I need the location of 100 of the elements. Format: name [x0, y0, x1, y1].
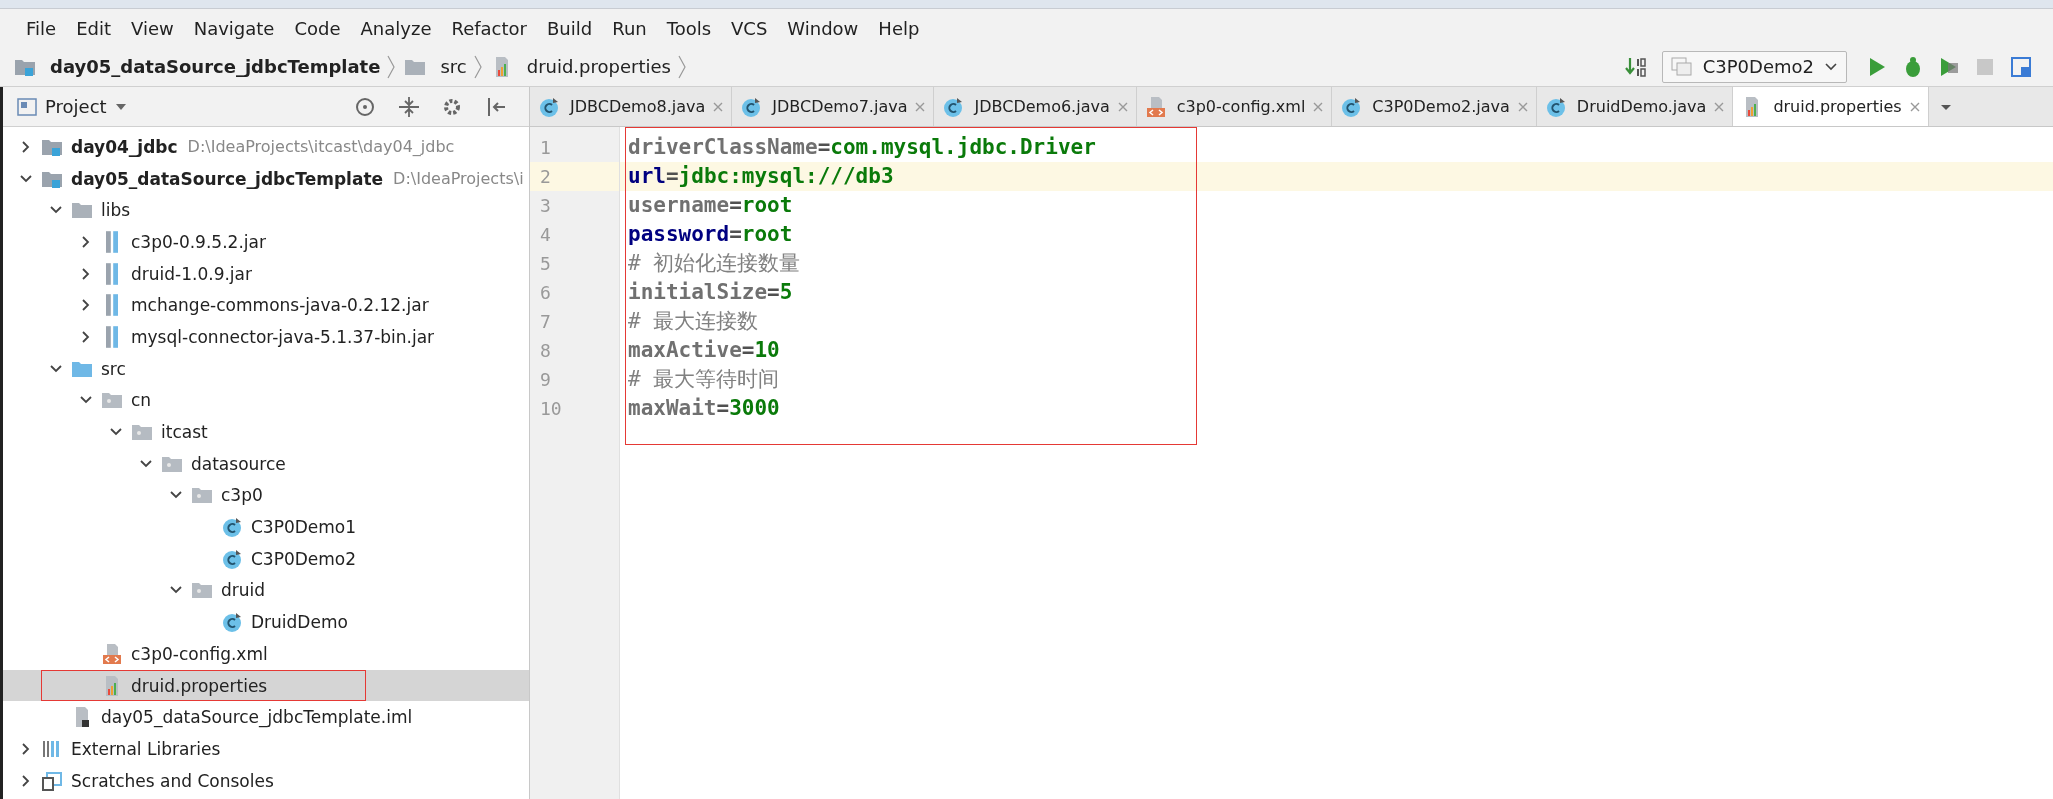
- close-icon[interactable]: [1909, 101, 1920, 112]
- menu-item[interactable]: View: [123, 13, 182, 43]
- menu-item[interactable]: Build: [539, 13, 601, 43]
- line-number: 5: [539, 252, 552, 276]
- tree-item[interactable]: druid: [3, 574, 529, 607]
- line-number: 3: [539, 194, 552, 218]
- tree-item-label: Scratches and Consoles: [71, 770, 274, 791]
- breadcrumb-separator-icon: [386, 53, 397, 80]
- tree-item[interactable]: DruidDemo: [3, 606, 529, 638]
- library-icon: [106, 294, 118, 317]
- tree-item[interactable]: src: [3, 352, 529, 385]
- tree-item[interactable]: mchange-commons-java-0.2.12.jar: [3, 289, 529, 322]
- code-line-text: url=jdbc:mysql:///db3: [628, 163, 894, 190]
- tree-item-label: druid: [221, 580, 266, 601]
- tree-item[interactable]: C3P0Demo1: [3, 511, 529, 543]
- menu-item[interactable]: Analyze: [352, 13, 440, 43]
- class-icon: [1544, 95, 1567, 118]
- tree-item-label: day05_dataSource_jdbcTemplate.iml: [101, 707, 413, 728]
- tree-item-label: C3P0Demo2: [251, 548, 357, 569]
- line-number: 8: [539, 339, 552, 363]
- tree-item[interactable]: day05_dataSource_jdbcTemplate.iml: [3, 701, 529, 734]
- menu-item[interactable]: Refactor: [443, 13, 535, 43]
- class-icon: [942, 95, 965, 118]
- breadcrumb[interactable]: druid.properties: [490, 55, 677, 78]
- tree-item-label: External Libraries: [71, 738, 221, 759]
- xml-file-icon: [1144, 95, 1167, 118]
- breadcrumb-separator-icon: [676, 53, 687, 80]
- tree-item-label: src: [101, 358, 126, 379]
- window-icon: [1670, 56, 1693, 77]
- menu-item[interactable]: Run: [604, 13, 655, 43]
- module-path: D:\IdeaProjects\i: [393, 169, 524, 189]
- tree-item-label: c3p0-config.xml: [131, 643, 268, 664]
- panel-title[interactable]: Project: [45, 96, 107, 117]
- tree-item[interactable]: C3P0Demo2: [3, 542, 529, 575]
- class-icon: [538, 95, 560, 118]
- menu-item[interactable]: Tools: [658, 13, 720, 43]
- tree-item[interactable]: Scratches and Consoles: [3, 764, 529, 797]
- tree-item[interactable]: cn: [3, 384, 529, 417]
- code-line-text: maxActive=10: [628, 337, 780, 364]
- tree-item[interactable]: druid.properties: [3, 669, 529, 702]
- code-comment: # 初始化连接数量: [628, 250, 801, 277]
- code-line-text: password=root: [628, 221, 793, 248]
- tree-item[interactable]: c3p0-config.xml: [3, 638, 529, 670]
- class-icon: [221, 547, 243, 570]
- class-icon: [221, 516, 243, 539]
- tree-item[interactable]: External Libraries: [3, 733, 529, 765]
- library-icon: [106, 262, 118, 285]
- tree-item[interactable]: day04_jdbc D:\IdeaProjects\itcast\day04_jdbc: [3, 131, 529, 163]
- class-icon: [740, 95, 763, 118]
- collapse-all-icon[interactable]: [397, 94, 421, 119]
- tree-item-label: itcast: [161, 422, 208, 443]
- tree-item[interactable]: c3p0: [3, 479, 529, 512]
- tree-item-label: c3p0-0.9.5.2.jar: [131, 231, 266, 252]
- line-number: 1: [539, 136, 552, 160]
- line-number: 6: [539, 281, 552, 305]
- code-comment: # 最大等待时间: [628, 366, 780, 393]
- class-icon: [221, 611, 243, 634]
- library-icon: [106, 325, 118, 348]
- module-path: D:\IdeaProjects\itcast\day04_jdbc: [187, 137, 455, 157]
- tree-item-label: mysql-connector-java-5.1.37-bin.jar: [131, 326, 435, 347]
- code-comment: # 最大连接数: [628, 308, 759, 335]
- tree-item-label: libs: [101, 200, 131, 221]
- line-number: 2: [530, 162, 619, 191]
- tree-item-label: druid.properties: [131, 675, 268, 696]
- menu-item[interactable]: VCS: [723, 13, 776, 43]
- breadcrumb[interactable]: src: [404, 55, 473, 78]
- line-number: 10: [539, 397, 563, 421]
- menu-item[interactable]: File: [18, 13, 65, 43]
- project-icon: [17, 97, 37, 116]
- run-configuration-dropdown[interactable]: C3P0Demo2: [1661, 50, 1847, 83]
- tree-item-label: mchange-commons-java-0.2.12.jar: [131, 295, 429, 316]
- tree-item-label: cn: [131, 390, 152, 411]
- menu-item[interactable]: Code: [286, 13, 349, 43]
- tree-item-label: druid-1.0.9.jar: [131, 263, 252, 284]
- tree-item-label: day04_jdbc: [71, 136, 178, 157]
- line-number: 7: [539, 310, 552, 334]
- tree-item-label: datasource: [191, 453, 286, 474]
- menu-item[interactable]: Navigate: [185, 13, 283, 43]
- tree-item[interactable]: datasource: [3, 447, 529, 480]
- code-line-text: driverClassName=com.mysql.jdbc.Driver: [628, 134, 1096, 161]
- tree-item[interactable]: mysql-connector-java-5.1.37-bin.jar: [3, 321, 529, 353]
- menu-item[interactable]: Edit: [68, 13, 119, 43]
- tree-item[interactable]: libs: [3, 194, 529, 227]
- menu-item[interactable]: Help: [870, 13, 928, 43]
- editor-tab[interactable]: druid.properties: [1733, 87, 1929, 126]
- line-number: 9: [539, 368, 552, 392]
- library-icon: [106, 230, 118, 253]
- tree-item[interactable]: druid-1.0.9.jar: [3, 257, 529, 290]
- menu-item[interactable]: Window: [779, 13, 867, 43]
- tree-item[interactable]: c3p0-0.9.5.2.jar: [3, 226, 529, 258]
- tree-item[interactable]: itcast: [3, 416, 529, 448]
- structure-icon[interactable]: [2009, 54, 2033, 79]
- tree-item-label: day05_dataSource_jdbcTemplate: [71, 168, 384, 189]
- class-icon: [1340, 95, 1363, 118]
- tree-item-label: DruidDemo: [251, 612, 348, 633]
- code-line-text: maxWait=3000: [628, 395, 780, 422]
- tree-item[interactable]: day05_dataSource_jdbcTemplate D:\IdeaProjects\i: [3, 162, 529, 195]
- breadcrumb-separator-icon: [472, 53, 483, 80]
- xml-file-icon: [101, 642, 123, 665]
- breadcrumb[interactable]: day05_dataSource_jdbcTemplate: [14, 55, 387, 78]
